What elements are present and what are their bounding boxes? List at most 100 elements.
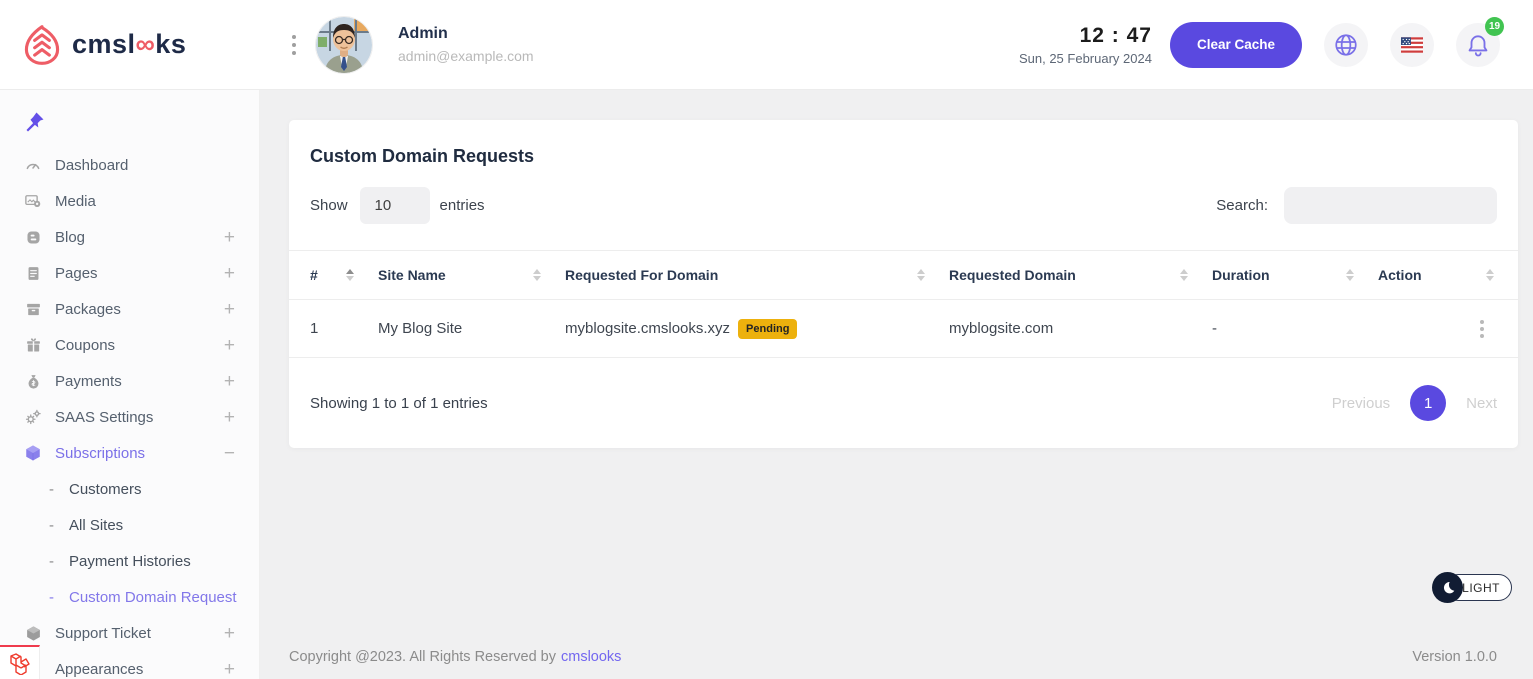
table-row: 1 My Blog Site myblogsite.cmslooks.xyz P… [289,300,1518,358]
expand-plus-icon[interactable]: + [224,300,235,319]
user-name: Admin [398,25,534,43]
column-header-site-name[interactable]: Site Name [378,267,565,283]
page-title: Custom Domain Requests [289,120,1518,167]
sidebar-item-media[interactable]: Media [0,183,259,219]
media-icon [24,192,42,210]
sidebar-item-payments[interactable]: Payments + [0,363,259,399]
sidebar: Dashboard Media Blog + Pages + Packages … [0,90,260,679]
sidebar-item-coupons[interactable]: Coupons + [0,327,259,363]
blog-icon [24,228,42,246]
sort-icon[interactable] [346,269,354,281]
sidebar-subitem-customers[interactable]: - Customers [0,471,259,507]
coupons-icon [24,336,42,354]
sidebar-item-packages[interactable]: Packages + [0,291,259,327]
expand-plus-icon[interactable]: + [224,372,235,391]
theme-toggle[interactable]: LIGHT [1432,572,1512,603]
page-length-select[interactable]: 10 [360,187,430,224]
top-header: cmsl∞ks [0,0,1533,90]
pagination-previous[interactable]: Previous [1332,395,1390,412]
cell-requested-for-domain: myblogsite.cmslooks.xyz Pending [565,319,949,339]
sidebar-item-saas-settings[interactable]: SAAS Settings + [0,399,259,435]
table-header-row: # Site Name Requested For Domain Request… [289,250,1518,300]
notifications-button[interactable]: 19 [1456,23,1500,67]
bell-icon [1465,32,1491,58]
support-ticket-icon [24,624,42,642]
table-info: Showing 1 to 1 of 1 entries [310,395,488,412]
custom-domain-requests-card: Custom Domain Requests Show 10 entries S… [289,120,1518,448]
sidebar-collapse-dots-icon[interactable] [290,29,298,61]
expand-plus-icon[interactable]: + [224,660,235,679]
infinity-glyph: ∞ [136,29,156,59]
main-content: Custom Domain Requests Show 10 entries S… [260,90,1533,679]
column-header-action[interactable]: Action [1378,267,1518,283]
column-header-requested-for-domain[interactable]: Requested For Domain [565,267,949,283]
pagination: Previous 1 Next [1332,385,1497,421]
cell-action [1378,316,1518,342]
copyright-text: Copyright @2023. All Rights Reserved byc… [289,649,621,665]
search-input[interactable] [1284,187,1497,224]
sidebar-item-pages[interactable]: Pages + [0,255,259,291]
flag-button[interactable] [1390,23,1434,67]
pin-icon[interactable] [22,110,46,134]
column-header-index[interactable]: # [289,267,378,283]
notification-count-badge: 19 [1485,17,1504,36]
user-info: Admin admin@example.com [398,25,534,64]
laravel-debugbar-toggle[interactable] [0,645,40,679]
sidebar-item-dashboard[interactable]: Dashboard [0,147,259,183]
footer-brand-link[interactable]: cmslooks [561,649,621,665]
column-header-requested-domain[interactable]: Requested Domain [949,267,1212,283]
sidebar-item-subscriptions[interactable]: Subscriptions − [0,435,259,471]
brand-logo[interactable]: cmsl∞ks [0,0,260,89]
user-email: admin@example.com [398,48,534,64]
sidebar-subitem-custom-domain-request[interactable]: - Custom Domain Request [0,579,259,615]
sort-icon[interactable] [1180,269,1188,281]
cell-duration: - [1212,320,1378,337]
entries-label: entries [440,197,485,214]
status-badge: Pending [738,319,797,339]
cell-index: 1 [289,320,378,337]
leaf-logo-icon [20,22,64,68]
payments-icon [24,372,42,390]
clock-date: Sun, 25 February 2024 [1019,51,1152,66]
us-flag-icon [1401,37,1423,53]
search-label: Search: [1216,197,1268,214]
globe-icon [1333,32,1359,58]
column-header-duration[interactable]: Duration [1212,267,1378,283]
sidebar-subitem-payment-histories[interactable]: - Payment Histories [0,543,259,579]
clock: 12 : 47 Sun, 25 February 2024 [1019,24,1152,66]
clear-cache-button[interactable]: Clear Cache [1170,22,1302,68]
clock-time: 12 : 47 [1019,24,1152,48]
footer: Copyright @2023. All Rights Reserved byc… [260,649,1533,665]
show-label: Show [310,197,348,214]
packages-icon [24,300,42,318]
collapse-minus-icon[interactable]: − [224,444,235,463]
expand-plus-icon[interactable]: + [224,336,235,355]
brand-name: cmsl∞ks [72,29,186,60]
language-button[interactable] [1324,23,1368,67]
pages-icon [24,264,42,282]
pagination-next[interactable]: Next [1466,395,1497,412]
expand-plus-icon[interactable]: + [224,228,235,247]
sort-icon[interactable] [1486,269,1494,281]
sort-icon[interactable] [1346,269,1354,281]
expand-plus-icon[interactable]: + [224,624,235,643]
sort-icon[interactable] [533,269,541,281]
sidebar-nav: Dashboard Media Blog + Pages + Packages … [0,147,259,679]
pagination-page-1[interactable]: 1 [1410,385,1446,421]
expand-plus-icon[interactable]: + [224,408,235,427]
requests-table: # Site Name Requested For Domain Request… [289,250,1518,358]
expand-plus-icon[interactable]: + [224,264,235,283]
subscriptions-icon [24,444,42,462]
avatar-image [316,17,372,73]
moon-icon [1432,572,1463,603]
user-avatar[interactable] [316,17,372,73]
version-text: Version 1.0.0 [1412,649,1497,665]
laravel-icon [8,651,32,675]
row-action-dots-icon[interactable] [1476,316,1488,342]
saas-settings-icon [24,408,42,426]
dashboard-icon [24,156,42,174]
sidebar-subitem-all-sites[interactable]: - All Sites [0,507,259,543]
sort-icon[interactable] [917,269,925,281]
cell-requested-domain: myblogsite.com [949,320,1212,337]
sidebar-item-blog[interactable]: Blog + [0,219,259,255]
